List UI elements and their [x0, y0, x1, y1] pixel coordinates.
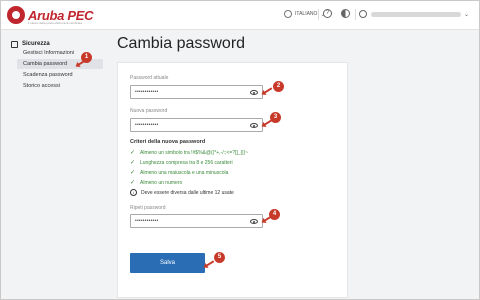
user-menu[interactable]: ⌄: [359, 10, 469, 18]
annotation-marker-4: 4: [269, 209, 280, 220]
criteria-item: ✓ Almeno un numero: [130, 179, 183, 187]
language-selector[interactable]: ITALIANO ⌄: [284, 10, 325, 18]
sidebar-item-storico-accessi[interactable]: Storico accessi: [23, 83, 60, 89]
sidebar: Sicurezza Gestisci Informazioni Cambia p…: [1, 30, 107, 299]
divider: [318, 9, 319, 20]
globe-icon: [284, 10, 292, 18]
current-password-field[interactable]: ••••••••••••: [130, 85, 263, 99]
divider: [355, 9, 356, 20]
current-password-label: Password attuale: [130, 75, 169, 81]
sidebar-section-title: Sicurezza: [11, 40, 50, 48]
new-password-field[interactable]: ••••••••••••: [130, 118, 263, 132]
annotation-marker-1: 1: [81, 52, 92, 63]
question-circle-icon[interactable]: ?: [323, 9, 332, 18]
eye-icon[interactable]: [250, 90, 258, 95]
info-icon: i: [130, 189, 137, 196]
lock-icon: [11, 41, 18, 48]
language-label: ITALIANO: [295, 11, 318, 17]
criteria-item: ✓ Almeno una maiuscola e una minuscola: [130, 169, 229, 177]
check-icon: ✓: [130, 180, 136, 186]
avatar: [359, 10, 367, 18]
sidebar-section-label: Sicurezza: [22, 40, 50, 47]
annotation-marker-3: 3: [270, 112, 281, 123]
repeat-password-field[interactable]: ••••••••••••: [130, 214, 263, 228]
eye-icon[interactable]: [250, 123, 258, 128]
contrast-icon[interactable]: [341, 9, 350, 18]
annotation-marker-2: 2: [273, 81, 284, 92]
repeat-password-value: ••••••••••••: [135, 218, 159, 224]
save-button[interactable]: Salva: [130, 253, 205, 273]
criteria-title: Criteri della nuova password: [130, 139, 206, 145]
app-window: Aruba PEC il valore della posta elettron…: [0, 0, 480, 300]
criteria-item: ✓ Lunghezza compresa tra 8 e 256 caratter…: [130, 159, 233, 167]
annotation-marker-5: 5: [214, 252, 225, 263]
new-password-value: ••••••••••••: [135, 122, 159, 128]
sidebar-item-gestisci-informazioni[interactable]: Gestisci Informazioni: [23, 50, 74, 56]
aruba-logo-icon: [7, 6, 25, 24]
repeat-password-label: Ripeti password: [130, 205, 166, 211]
check-icon: ✓: [130, 150, 136, 156]
chevron-down-icon: ⌄: [464, 11, 470, 18]
sidebar-item-scadenza-password[interactable]: Scadenza password: [23, 72, 73, 78]
criteria-text: Deve essere diversa dalle ultime 12 usat…: [141, 189, 234, 196]
criteria-text: Lunghezza compresa tra 8 e 256 caratteri: [140, 159, 233, 166]
password-form-panel: Password attuale •••••••••••• Nuova pass…: [117, 62, 348, 298]
current-password-value: ••••••••••••: [135, 89, 159, 95]
criteria-item: ✓ Almeno un simbolo tra !#$%&@()*+,-/:;<=…: [130, 149, 249, 157]
page-title: Cambia password: [117, 35, 246, 52]
criteria-item: i Deve essere diversa dalle ultime 12 usa…: [130, 189, 234, 196]
criteria-text: Almeno un simbolo tra !#$%&@()*+,-/:;<=?…: [140, 149, 249, 156]
top-bar: Aruba PEC il valore della posta elettron…: [1, 1, 479, 30]
user-name-redacted: [371, 11, 461, 17]
eye-icon[interactable]: [250, 219, 258, 224]
new-password-label: Nuova password: [130, 108, 168, 114]
sidebar-item-cambia-password[interactable]: Cambia password: [23, 61, 67, 67]
check-icon: ✓: [130, 160, 136, 166]
criteria-text: Almeno un numero: [140, 179, 183, 186]
logo-tagline: il valore della posta elettronica certif…: [28, 21, 83, 25]
criteria-text: Almeno una maiuscola e una minuscola: [140, 169, 229, 176]
check-icon: ✓: [130, 170, 136, 176]
